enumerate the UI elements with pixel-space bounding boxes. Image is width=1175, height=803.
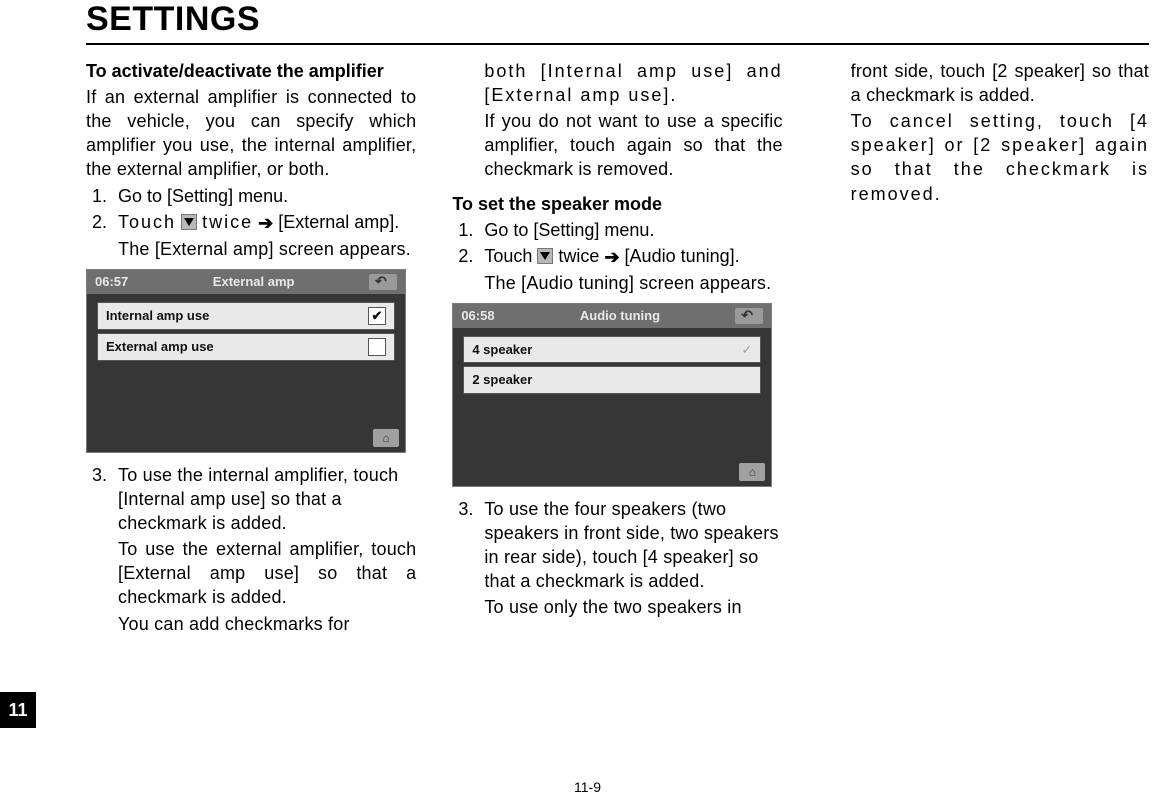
step-speaker-2-target: [Audio tuning]. [625, 246, 740, 266]
step-amp-2-target: [External amp]. [278, 212, 399, 232]
screen2-title: Audio tuning [505, 307, 736, 324]
cont-both: both [Internal amp use] and [External am… [484, 59, 782, 107]
column-1: To activate/deactivate the amplifier If … [86, 59, 416, 638]
checkbox-empty-icon[interactable] [368, 338, 386, 356]
screen-topbar: 06:57 External amp [87, 270, 405, 294]
arrow-right-icon: ➔ [258, 211, 273, 235]
steps-amp: Go to [Setting] menu. Touch twice ➔ [Ext… [112, 184, 416, 261]
home-icon[interactable]: ⌂ [739, 463, 765, 481]
screen-body: Internal amp use ✔ External amp use [87, 294, 405, 372]
page-title: SETTINGS [86, 0, 1175, 39]
para-amp-intro: If an external amplifier is connected to… [86, 85, 416, 181]
cont-front-side: front side, touch [2 speaker] so that a … [851, 59, 1149, 107]
step-amp-3-text: To use the internal amplifier, touch [In… [118, 465, 398, 533]
step-amp-3c: You can add checkmarks for [118, 612, 416, 636]
cont-cancel: To cancel setting, touch [4 speaker] or … [851, 109, 1149, 205]
step-speaker-2-touch: Touch [484, 246, 532, 266]
step-speaker-2-twice: twice [558, 246, 599, 266]
subhead-speaker: To set the speaker mode [452, 192, 782, 216]
down-arrow-icon [537, 248, 553, 264]
steps-speaker: Go to [Setting] menu. Touch twice ➔ [Aud… [478, 218, 782, 295]
checkbox-checked-icon[interactable]: ✔ [368, 307, 386, 325]
home-icon[interactable]: ⌂ [373, 429, 399, 447]
step-amp-1: Go to [Setting] menu. [112, 184, 416, 208]
step-speaker-3b: To use only the two speakers in [484, 595, 782, 619]
page: 11 SETTINGS To activate/deactivate the a… [0, 0, 1175, 803]
row-internal-amp-label: Internal amp use [106, 307, 209, 324]
screen2-time: 06:58 [461, 307, 494, 324]
step-speaker-2: Touch twice ➔ [Audio tuning]. The [Audio… [478, 244, 782, 295]
title-rule [86, 43, 1149, 45]
cont-remove: If you do not want to use a specific amp… [484, 109, 782, 181]
chapter-tab: 11 [0, 692, 36, 728]
step-amp-2-touch: Touch [118, 212, 176, 232]
back-icon[interactable] [369, 274, 397, 290]
step-amp-2-twice: twice [202, 212, 253, 232]
row-2-speaker[interactable]: 2 speaker [463, 366, 761, 393]
column-3: front side, touch [2 speaker] so that a … [819, 59, 1149, 638]
step-amp-3b: To use the external amplifier, touch [Ex… [118, 537, 416, 609]
row-2-speaker-label: 2 speaker [472, 371, 532, 388]
subhead-amplifier: To activate/deactivate the amplifier [86, 59, 416, 83]
screen-title: External amp [138, 273, 369, 290]
step-speaker-3-text: To use the four speakers (two speakers i… [484, 499, 778, 591]
steps-amp-cont: To use the internal amplifier, touch [In… [112, 463, 416, 636]
step-speaker-3: To use the four speakers (two speakers i… [478, 497, 782, 620]
arrow-right-icon: ➔ [604, 245, 619, 269]
columns: To activate/deactivate the amplifier If … [60, 59, 1175, 638]
step-speaker-2-sub: The [Audio tuning] screen appears. [484, 271, 782, 295]
screen2-topbar: 06:58 Audio tuning [453, 304, 771, 328]
column-2: both [Internal amp use] and [External am… [452, 59, 782, 638]
back-icon[interactable] [735, 308, 763, 324]
step-speaker-1-text: Go to [Setting] menu. [484, 220, 654, 240]
check-thin-icon: ✓ [741, 341, 752, 358]
step-amp-2-sub: The [External amp] screen appears. [118, 237, 416, 261]
steps-speaker-cont: To use the four speakers (two speakers i… [478, 497, 782, 620]
screen2-bottombar: ⌂ [739, 462, 765, 482]
step-speaker-1: Go to [Setting] menu. [478, 218, 782, 242]
screen-audio-tuning: 06:58 Audio tuning 4 speaker ✓ 2 speaker… [452, 303, 772, 487]
row-4-speaker[interactable]: 4 speaker ✓ [463, 336, 761, 363]
row-external-amp[interactable]: External amp use [97, 333, 395, 361]
page-number: 11-9 [574, 779, 601, 795]
row-4-speaker-label: 4 speaker [472, 341, 532, 358]
screen-time: 06:57 [95, 273, 128, 290]
screen-bottombar: ⌂ [373, 428, 399, 448]
step-amp-2: Touch twice ➔ [External amp]. The [Exter… [112, 210, 416, 261]
screen2-body: 4 speaker ✓ 2 speaker [453, 328, 771, 405]
row-internal-amp[interactable]: Internal amp use ✔ [97, 302, 395, 330]
step-amp-3: To use the internal amplifier, touch [In… [112, 463, 416, 636]
screen-external-amp: 06:57 External amp Internal amp use ✔ Ex… [86, 269, 406, 453]
step-amp-1-text: Go to [Setting] menu. [118, 186, 288, 206]
row-external-amp-label: External amp use [106, 338, 214, 355]
down-arrow-icon [181, 214, 197, 230]
